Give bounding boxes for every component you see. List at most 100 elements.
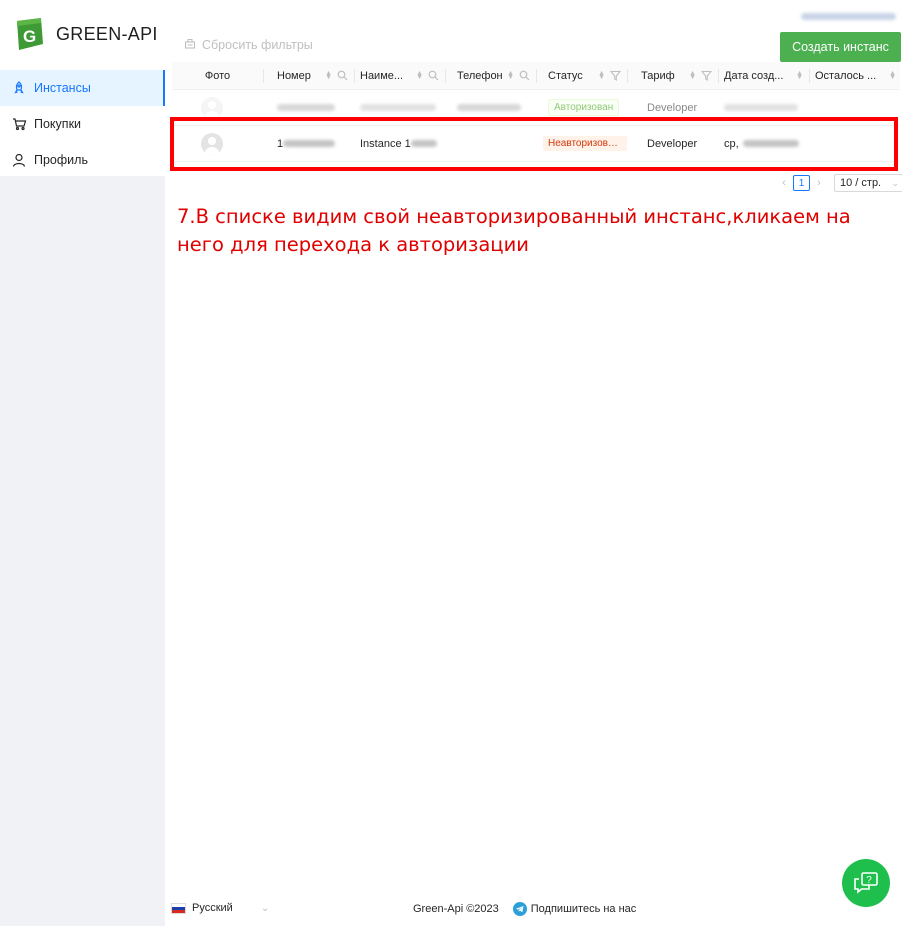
chat-question-icon: ? <box>854 872 878 894</box>
redacted-text <box>360 104 436 111</box>
tariff-label: Developer <box>647 101 698 114</box>
column-label: Наиме... <box>360 69 404 82</box>
table-row[interactable]: 1 Instance 1 Неавторизованный Developer … <box>172 126 900 162</box>
user-icon <box>11 152 27 168</box>
phone-cell <box>445 90 536 126</box>
sort-icon[interactable]: ▲ ▼ <box>598 70 605 81</box>
green-api-logo-icon: G <box>14 17 44 51</box>
sort-icon[interactable]: ▲ ▼ <box>689 70 696 81</box>
table-header: Фото Номер ▲ ▼ Наиме... ▲ ▼ Телефон ▲ ▼ Ста… <box>172 62 900 90</box>
svg-text:G: G <box>23 27 36 46</box>
column-label: Тариф <box>641 69 675 82</box>
instances-table: Фото Номер ▲ ▼ Наиме... ▲ ▼ Телефон ▲ ▼ Ста… <box>172 62 900 162</box>
redacted-text <box>801 13 896 20</box>
footer: Green-Api ©2023 Подпишитесь на нас <box>413 902 636 916</box>
search-icon[interactable] <box>337 70 348 81</box>
redacted-text <box>410 140 437 147</box>
name-cell <box>354 90 445 126</box>
sidebar-item-label: Покупки <box>34 117 82 131</box>
prev-page-icon[interactable]: ‹ <box>777 177 791 189</box>
column-label: Дата созд... <box>724 69 784 82</box>
create-instance-button[interactable]: Создать инстанс <box>780 32 901 62</box>
sidebar-item-purchases[interactable]: Покупки <box>0 106 165 142</box>
status-badge: Авторизован <box>548 99 620 116</box>
telegram-icon <box>512 902 527 916</box>
tutorial-annotation: 7.В списке видим свой неавторизированный… <box>177 205 851 256</box>
redacted-text <box>457 104 521 111</box>
logo-text: GREEN-API <box>56 23 158 44</box>
next-page-icon[interactable]: › <box>812 177 826 189</box>
column-label: Статус <box>548 69 583 82</box>
sort-icon[interactable]: ▲ ▼ <box>416 70 423 81</box>
column-header-created-date[interactable]: Дата созд... ▲ ▼ <box>718 62 809 90</box>
search-icon[interactable] <box>428 70 439 81</box>
sort-icon[interactable]: ▲ ▼ <box>796 70 803 81</box>
tariff-label: Developer <box>647 137 698 150</box>
photo-cell <box>172 90 263 126</box>
page-button-current[interactable]: 1 <box>793 175 810 191</box>
table-row[interactable]: Авторизован Developer <box>172 90 900 126</box>
photo-cell <box>172 126 263 162</box>
created-date-cell: ср, <box>718 126 809 162</box>
sort-icon[interactable]: ▲ ▼ <box>889 70 896 81</box>
column-header-remaining[interactable]: Осталось ... ▲ ▼ <box>809 62 900 90</box>
language-label: Русский <box>192 902 233 914</box>
created-date-cell <box>718 90 809 126</box>
tariff-cell: Developer <box>627 126 718 162</box>
language-selector[interactable]: Русский ⌄ <box>171 902 269 914</box>
pagination: ‹ 1 › 10 / стр. ⌄ <box>777 174 902 192</box>
logo[interactable]: G GREEN-API <box>14 17 158 51</box>
redacted-text <box>277 104 335 111</box>
redacted-text <box>283 140 336 147</box>
sidebar-item-instances[interactable]: Инстансы <box>0 70 165 106</box>
page-size-select[interactable]: 10 / стр. ⌄ <box>834 174 902 192</box>
search-icon[interactable] <box>519 70 530 81</box>
column-label: Номер <box>277 69 311 82</box>
user-email-blurred[interactable] <box>801 9 896 21</box>
sidebar: G GREEN-API Инстансы Покупки Профиль <box>0 0 165 926</box>
column-header-tariff[interactable]: Тариф ▲ ▼ <box>627 62 718 90</box>
column-header-status[interactable]: Статус ▲ ▼ <box>536 62 627 90</box>
column-label: Телефон <box>457 69 503 82</box>
column-header-number[interactable]: Номер ▲ ▼ <box>263 62 354 90</box>
sidebar-panel: G GREEN-API Инстансы Покупки Профиль <box>0 0 165 176</box>
reset-filters-button[interactable]: Сбросить фильтры <box>184 37 313 52</box>
remaining-cell <box>809 126 900 162</box>
remaining-cell <box>809 90 900 126</box>
instance-name: Instance 1 <box>360 137 411 150</box>
column-header-phone[interactable]: Телефон ▲ ▼ <box>445 62 536 90</box>
column-label: Осталось ... <box>815 69 877 82</box>
redacted-text <box>742 140 799 147</box>
page-size-value: 10 / стр. <box>840 177 882 189</box>
column-header-photo: Фото <box>172 62 263 90</box>
avatar-placeholder-icon <box>201 96 223 119</box>
column-label: Фото <box>204 69 231 82</box>
number-cell <box>263 90 354 126</box>
chevron-down-icon: ⌄ <box>260 902 270 914</box>
status-badge: Неавторизованный <box>543 136 627 151</box>
status-cell: Авторизован <box>536 90 627 126</box>
sidebar-menu: Инстансы Покупки Профиль <box>0 70 165 178</box>
copyright-text: Green-Api ©2023 <box>413 903 499 915</box>
reset-filters-label: Сбросить фильтры <box>202 37 313 52</box>
sidebar-item-profile[interactable]: Профиль <box>0 142 165 178</box>
subscribe-link[interactable]: Подпишитесь на нас <box>512 902 637 916</box>
sort-icon[interactable]: ▲ ▼ <box>507 70 514 81</box>
sort-icon[interactable]: ▲ ▼ <box>325 70 332 81</box>
support-chat-button[interactable]: ? <box>842 859 890 907</box>
created-date: ср, <box>724 137 739 150</box>
filter-icon[interactable] <box>610 70 621 81</box>
avatar-placeholder-icon <box>201 132 223 155</box>
cart-icon <box>11 116 27 132</box>
subscribe-label: Подпишитесь на нас <box>530 903 637 915</box>
number-cell: 1 <box>263 126 354 162</box>
status-cell: Неавторизованный <box>536 126 627 162</box>
redacted-text <box>724 104 798 111</box>
name-cell: Instance 1 <box>354 126 445 162</box>
column-header-name[interactable]: Наиме... ▲ ▼ <box>354 62 445 90</box>
filter-icon[interactable] <box>701 70 712 81</box>
rocket-icon <box>11 80 27 96</box>
chevron-down-icon: ⌄ <box>891 177 899 188</box>
tariff-cell: Developer <box>627 90 718 126</box>
phone-cell <box>445 126 536 162</box>
